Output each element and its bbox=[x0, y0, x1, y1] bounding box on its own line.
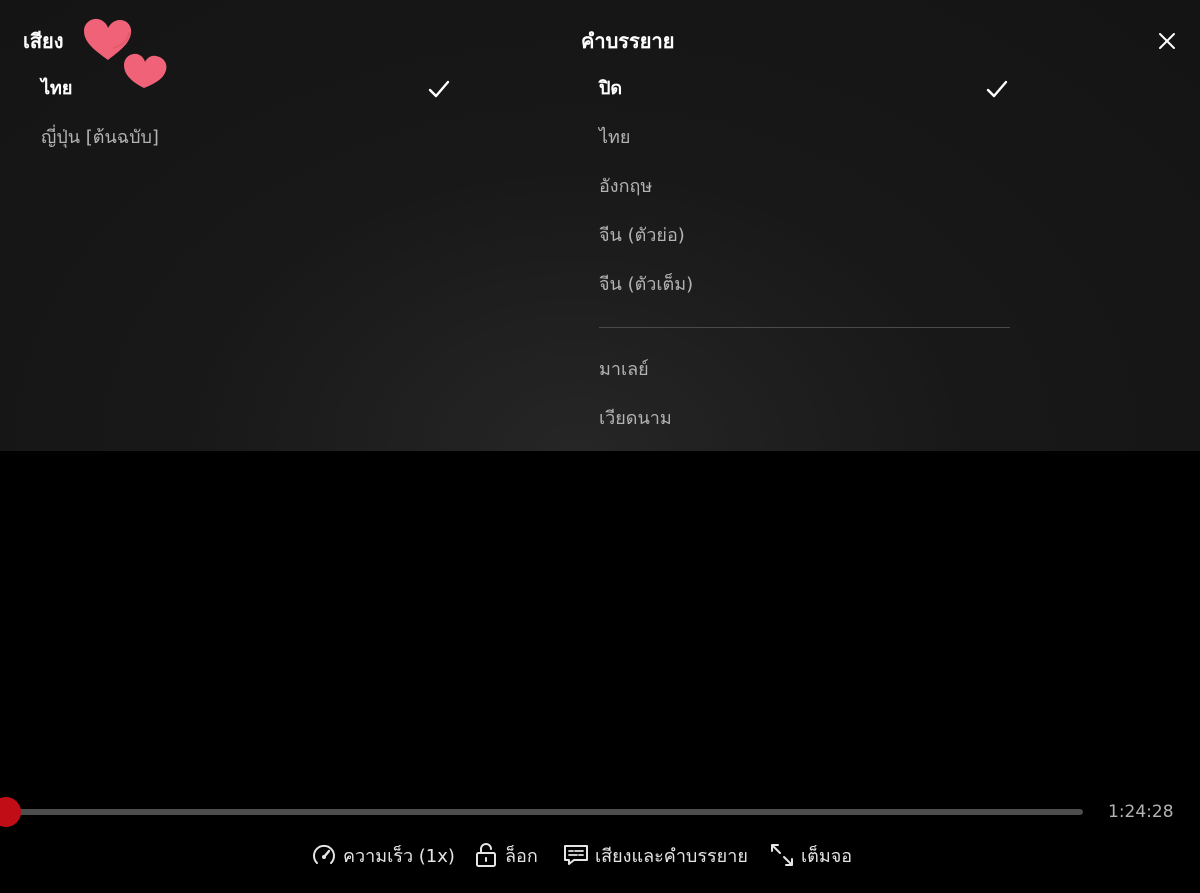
audio-option-japanese-original[interactable]: ญี่ปุ่น [ต้นฉบับ] bbox=[41, 125, 159, 151]
subtitle-option-english[interactable]: อังกฤษ bbox=[599, 174, 652, 200]
progress-scrubber[interactable] bbox=[0, 797, 21, 827]
playback-speed-label: ความเร็ว (1x) bbox=[343, 845, 455, 867]
expand-icon bbox=[771, 844, 793, 866]
audio-subtitles-panel: เสียง คำบรรยาย ไทย ญี่ปุ่น [ต้นฉบับ] ปิด… bbox=[0, 0, 1200, 451]
unlock-icon bbox=[476, 843, 496, 867]
time-remaining: 1:24:28 bbox=[1108, 802, 1174, 822]
subtitle-divider bbox=[599, 327, 1010, 328]
audio-subtitles-button[interactable]: เสียงและคำบรรยาย bbox=[563, 840, 748, 870]
fullscreen-button[interactable]: เต็มจอ bbox=[769, 840, 852, 870]
subtitles-heading: คำบรรยาย bbox=[581, 29, 675, 53]
audio-heading: เสียง bbox=[23, 29, 64, 53]
fullscreen-label: เต็มจอ bbox=[801, 845, 853, 867]
playback-speed-button[interactable]: ความเร็ว (1x) bbox=[311, 840, 455, 870]
subtitle-option-chinese-traditional[interactable]: จีน (ตัวเต็ม) bbox=[599, 272, 693, 298]
lock-label: ล็อก bbox=[505, 845, 538, 867]
progress-bar[interactable] bbox=[0, 809, 1083, 815]
checkmark-icon bbox=[428, 80, 450, 98]
audio-option-thai[interactable]: ไทย bbox=[41, 76, 72, 102]
speedometer-icon bbox=[313, 844, 335, 864]
subtitle-option-thai[interactable]: ไทย bbox=[599, 125, 630, 151]
subtitle-option-malay[interactable]: มาเลย์ bbox=[599, 357, 649, 383]
hearts-sticker-icon bbox=[84, 18, 167, 88]
subtitles-icon bbox=[564, 845, 588, 865]
subtitle-option-vietnamese[interactable]: เวียดนาม bbox=[599, 406, 672, 432]
subtitle-option-chinese-simplified[interactable]: จีน (ตัวย่อ) bbox=[599, 223, 685, 249]
checkmark-icon bbox=[986, 80, 1008, 98]
close-icon[interactable] bbox=[1152, 26, 1182, 56]
lock-button[interactable]: ล็อก bbox=[473, 840, 538, 870]
subtitle-option-off[interactable]: ปิด bbox=[599, 76, 622, 102]
audio-subtitles-label: เสียงและคำบรรยาย bbox=[595, 845, 748, 867]
